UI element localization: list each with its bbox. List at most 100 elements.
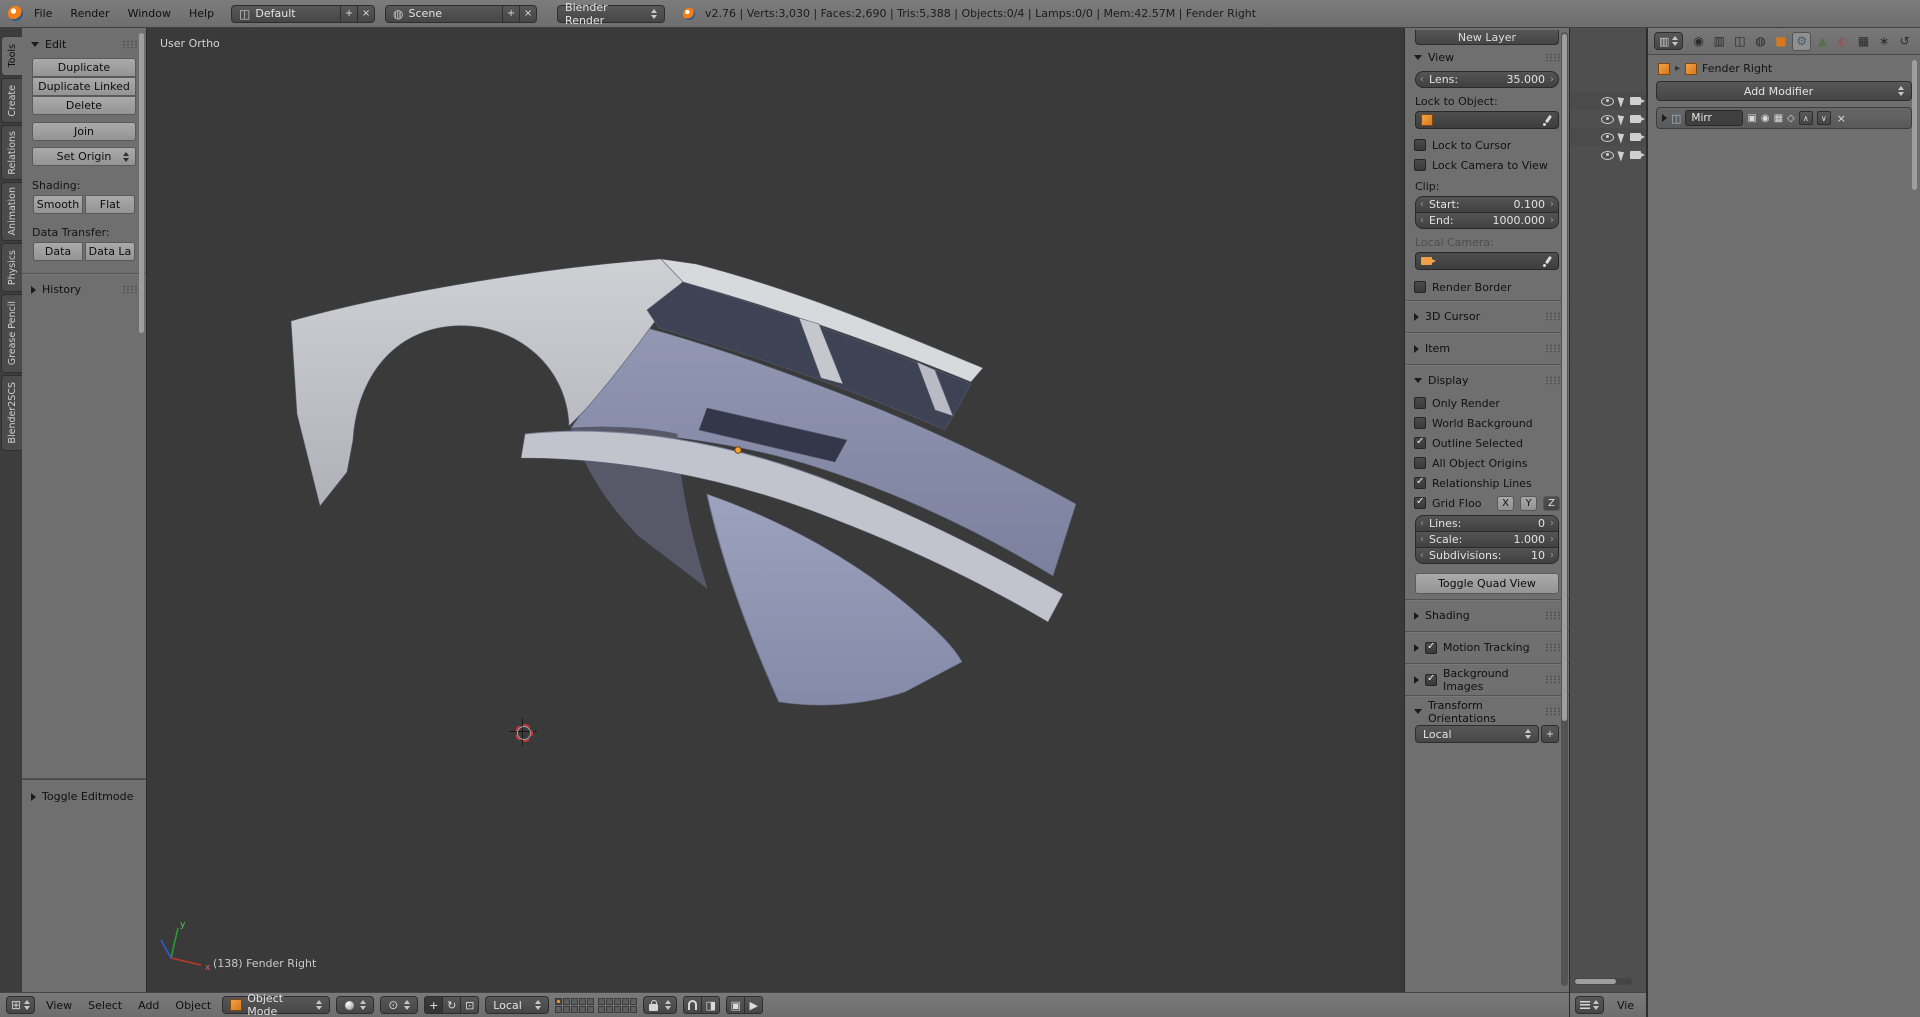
tab-tools[interactable]: Tools — [1, 36, 23, 76]
selectability-cursor-icon[interactable] — [1617, 131, 1626, 143]
panel-header-shading[interactable]: Shading — [1414, 605, 1560, 626]
delete-layout-button[interactable]: × — [357, 5, 375, 23]
translate-manipulator-button[interactable]: + — [424, 996, 443, 1014]
editor-type-button[interactable]: ⊞ — [6, 996, 35, 1014]
layer-cell[interactable] — [630, 1006, 637, 1013]
visibility-eye-icon[interactable] — [1601, 133, 1614, 142]
renderability-camera-icon[interactable] — [1630, 97, 1641, 105]
shade-flat-button[interactable]: Flat — [85, 195, 135, 214]
layer-group-1[interactable] — [555, 998, 594, 1013]
panel-drag-dots-icon[interactable] — [122, 40, 137, 49]
3d-cursor[interactable] — [512, 721, 534, 743]
panel-header-item[interactable]: Item — [1414, 338, 1560, 359]
lens-field[interactable]: Lens: 35.000 — [1415, 71, 1559, 88]
grid-lines-field[interactable]: Lines: 0 — [1415, 515, 1559, 532]
world-background-row[interactable]: World Background — [1414, 415, 1560, 431]
grid-subdivisions-field[interactable]: Subdivisions: 10 — [1415, 547, 1559, 564]
layer-cell[interactable] — [606, 1006, 613, 1013]
tab-create[interactable]: Create — [1, 78, 22, 123]
tab-modifiers[interactable]: ⚙ — [1792, 32, 1811, 51]
tab-blender2scs[interactable]: Blender2SCS — [1, 375, 22, 451]
panel-header-background-images[interactable]: Background Images — [1414, 669, 1560, 690]
panel-header-transform-orientations[interactable]: Transform Orientations — [1414, 701, 1560, 722]
panel-drag-dots-icon[interactable] — [1545, 611, 1560, 620]
editor-type-button[interactable]: ▥ — [1654, 32, 1683, 50]
layer-cell[interactable] — [598, 998, 605, 1005]
all-object-origins-row[interactable]: All Object Origins — [1414, 455, 1560, 471]
outline-selected-row[interactable]: Outline Selected — [1414, 435, 1560, 451]
snap-element-dropdown[interactable]: ◨ — [701, 996, 720, 1014]
layer-cell[interactable] — [606, 998, 613, 1005]
visibility-eye-icon[interactable] — [1601, 151, 1614, 160]
layer-cell[interactable] — [555, 1006, 562, 1013]
panel-drag-dots-icon[interactable] — [1545, 312, 1560, 321]
expand-modifier-triangle-icon[interactable] — [1662, 114, 1667, 122]
tab-grease-pencil[interactable]: Grease Pencil — [1, 294, 22, 373]
breadcrumb-object-icon[interactable] — [1658, 63, 1670, 75]
duplicate-button[interactable]: Duplicate — [32, 58, 136, 77]
add-layout-button[interactable]: + — [340, 5, 358, 23]
outliner-view-menu[interactable]: Vie — [1610, 999, 1641, 1012]
modifier-editmode-toggle[interactable]: ▦ — [1774, 113, 1783, 124]
layer-cell[interactable] — [555, 998, 562, 1005]
selectability-cursor-icon[interactable] — [1617, 149, 1626, 161]
tab-particles[interactable]: ∗ — [1875, 32, 1894, 51]
panel-drag-dots-icon[interactable] — [1545, 344, 1560, 353]
visibility-eye-icon[interactable] — [1601, 115, 1614, 124]
lock-to-cursor-row[interactable]: Lock to Cursor — [1414, 137, 1560, 153]
data-transfer-data-button[interactable]: Data — [33, 242, 83, 261]
layer-cell[interactable] — [630, 998, 637, 1005]
panel-drag-dots-icon[interactable] — [1545, 675, 1560, 684]
grid-scale-field[interactable]: Scale: 1.000 — [1415, 531, 1559, 548]
mirror-modifier-header[interactable]: ◫ Mirr ▣ ◉ ▦ ◇ ∧ ∨ × — [1656, 107, 1912, 129]
grid-y-toggle[interactable]: Y — [1520, 496, 1537, 511]
grid-z-toggle[interactable]: Z — [1543, 496, 1560, 511]
transform-orientation-dropdown[interactable]: Local — [485, 996, 549, 1014]
checkbox[interactable] — [1414, 417, 1426, 429]
set-origin-dropdown[interactable]: Set Origin — [32, 147, 136, 166]
layer-group-2[interactable] — [598, 998, 637, 1013]
panel-header-history[interactable]: History — [31, 279, 137, 300]
layer-cell[interactable] — [571, 998, 578, 1005]
layer-cell[interactable] — [614, 998, 621, 1005]
motion-tracking-checkbox[interactable] — [1425, 642, 1437, 654]
modifier-move-up-button[interactable]: ∧ — [1799, 111, 1813, 125]
modifier-viewport-toggle[interactable]: ◉ — [1761, 113, 1770, 124]
tab-render[interactable]: ◉ — [1689, 32, 1708, 51]
n-panel-scrollbar[interactable] — [1561, 32, 1568, 986]
lock-cam era-row[interactable]: Lock Camera to View — [1414, 157, 1560, 173]
panel-drag-dots-icon[interactable] — [1545, 707, 1560, 716]
layer-cell[interactable] — [571, 1006, 578, 1013]
new-layer-button-clipped[interactable]: New Layer — [1415, 30, 1559, 45]
add-orientation-button[interactable]: + — [1541, 725, 1559, 743]
outliner-row[interactable] — [1570, 146, 1646, 164]
rotate-manipulator-button[interactable]: ↻ — [442, 996, 461, 1014]
add-scene-button[interactable]: + — [502, 5, 520, 23]
tab-object[interactable]: ■ — [1772, 32, 1791, 51]
screen-layout-dropdown[interactable]: ◫ Default — [231, 5, 341, 23]
snap-magnet-button[interactable] — [683, 996, 702, 1014]
modifier-name-field[interactable]: Mirr — [1685, 110, 1743, 126]
renderability-camera-icon[interactable] — [1630, 133, 1641, 141]
clip-start-field[interactable]: Start: 0.100 — [1415, 196, 1559, 213]
shade-smooth-button[interactable]: Smooth — [33, 195, 83, 214]
scale-manipulator-button[interactable]: ⊡ — [460, 996, 479, 1014]
tab-material[interactable]: ◐ — [1834, 32, 1853, 51]
tab-object-data[interactable]: ▲ — [1813, 32, 1832, 51]
menu-file[interactable]: File — [27, 7, 59, 20]
layer-cell[interactable] — [622, 1006, 629, 1013]
local-camera-field[interactable] — [1415, 252, 1559, 270]
tab-physics[interactable]: Physics — [1, 243, 22, 292]
layer-cell[interactable] — [622, 998, 629, 1005]
layer-cell[interactable] — [587, 998, 594, 1005]
tab-relations[interactable]: Relations — [1, 125, 22, 180]
viewport-shading-dropdown[interactable] — [336, 996, 374, 1014]
panel-drag-dots-icon[interactable] — [1545, 376, 1560, 385]
relationship-lines-row[interactable]: Relationship Lines — [1414, 475, 1560, 491]
panel-header-motion-tracking[interactable]: Motion Tracking — [1414, 637, 1560, 658]
orientation-dropdown[interactable]: Local — [1415, 725, 1539, 743]
opengl-render-anim-button[interactable]: ▶ — [744, 996, 763, 1014]
panel-drag-dots-icon[interactable] — [1545, 643, 1560, 652]
only-render-row[interactable]: Only Render — [1414, 395, 1560, 411]
renderability-camera-icon[interactable] — [1630, 151, 1641, 159]
